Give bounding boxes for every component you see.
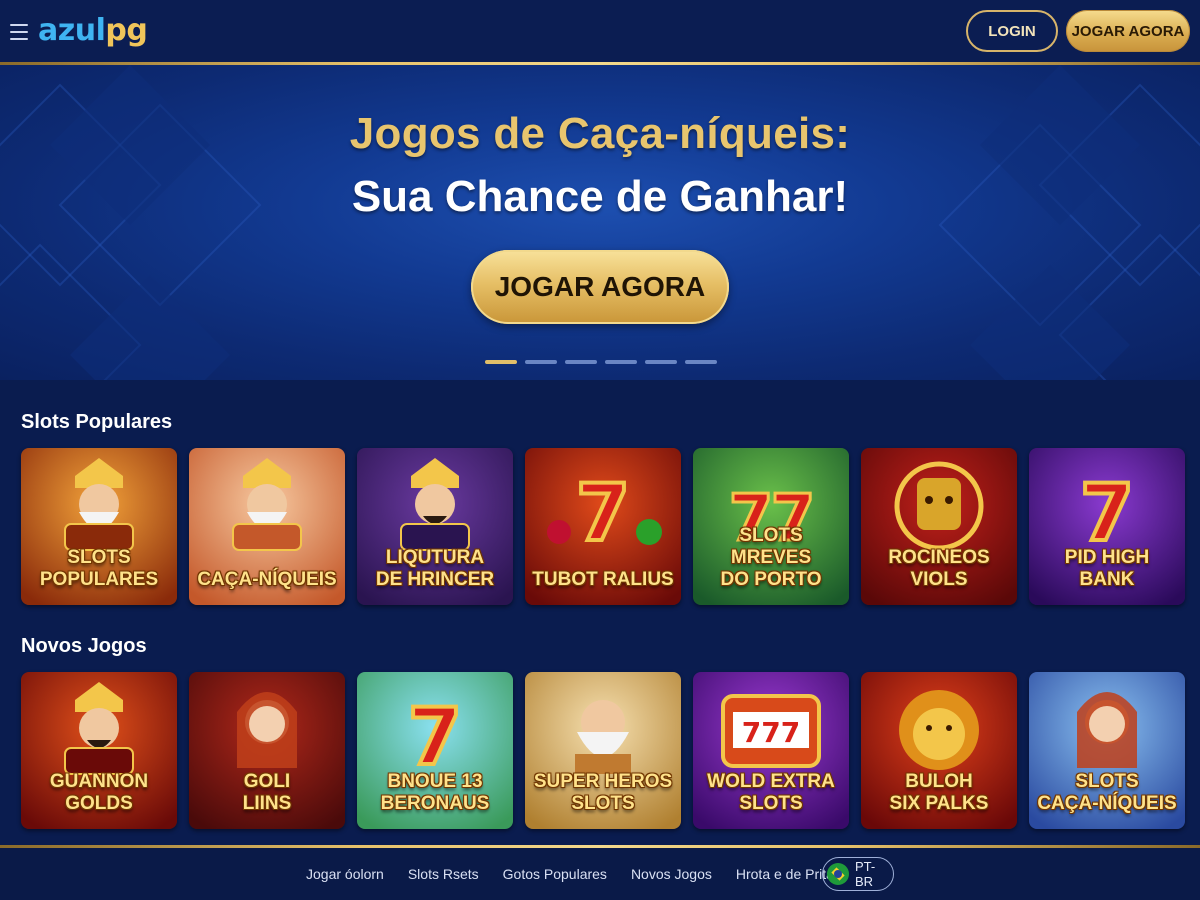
site-logo[interactable]: azulpg — [38, 14, 148, 48]
svg-text:777: 777 — [742, 716, 800, 749]
svg-text:7: 7 — [576, 469, 630, 559]
hero-title-line1: Jogos de Caça-níqueis: — [349, 109, 851, 158]
popular-game-card-6[interactable]: ROCINEOS VIOLS — [861, 448, 1017, 605]
new-game-card-1[interactable]: GUANNON GOLDS — [21, 672, 177, 829]
brazil-flag-icon — [827, 863, 849, 885]
play-now-header-button[interactable]: JOGAR AGORA — [1066, 10, 1190, 52]
popular-game-card-4[interactable]: 7 TUBOT RALIUS — [525, 448, 681, 605]
game-title: CAÇA-NÍQUEIS — [197, 569, 337, 590]
footer-link-3[interactable]: Gotos Populares — [503, 866, 607, 882]
new-game-card-6[interactable]: BULOH SIX PALKS — [861, 672, 1017, 829]
new-games-grid: GUANNON GOLDS GOLI LIINS 7 BNOUE 13 BERO… — [21, 672, 1185, 829]
svg-text:7: 7 — [408, 693, 462, 783]
hero-play-now-button[interactable]: JOGAR AGORA — [471, 250, 729, 324]
game-title: TUBOT RALIUS — [532, 569, 674, 590]
game-title: BNOUE 13 BERONAUS — [380, 771, 490, 814]
carousel-dot-2[interactable] — [525, 360, 557, 364]
new-game-card-7[interactable]: SLOTS CAÇA-NÍQUEIS — [1029, 672, 1185, 829]
new-game-card-5[interactable]: 777 WOLD EXTRA SLOTS — [693, 672, 849, 829]
carousel-dot-5[interactable] — [645, 360, 677, 364]
top-header: azulpg LOGIN JOGAR AGORA — [0, 0, 1200, 62]
game-title: SLOTS CAÇA-NÍQUEIS — [1037, 771, 1177, 814]
new-game-card-4[interactable]: SUPER HEROS SLOTS — [525, 672, 681, 829]
popular-games-grid: SLOTS POPULARES CAÇA-NÍQUEIS LIQUTURA DE… — [21, 448, 1185, 605]
carousel-dot-1[interactable] — [485, 360, 517, 364]
carousel-indicators — [485, 360, 717, 364]
footer-link-4[interactable]: Novos Jogos — [631, 866, 712, 882]
carousel-dot-3[interactable] — [565, 360, 597, 364]
login-button[interactable]: LOGIN — [966, 10, 1058, 52]
popular-game-card-2[interactable]: CAÇA-NÍQUEIS — [189, 448, 345, 605]
popular-game-card-3[interactable]: LIQUTURA DE HRINCER — [357, 448, 513, 605]
game-title: GUANNON GOLDS — [49, 771, 149, 814]
new-game-card-3[interactable]: 7 BNOUE 13 BERONAUS — [357, 672, 513, 829]
language-label: PT-BR — [855, 859, 876, 889]
popular-game-card-5[interactable]: 77 SLOTS MREVES DO PORTO — [693, 448, 849, 605]
game-title: WOLD EXTRA SLOTS — [707, 771, 835, 814]
game-title: SLOTS MREVES DO PORTO — [720, 525, 822, 590]
language-selector[interactable]: PT-BR — [822, 857, 894, 891]
game-title: LIQUTURA DE HRINCER — [375, 547, 495, 590]
section-title-popular: Slots Populares — [21, 411, 173, 433]
hamburger-menu-icon[interactable] — [10, 24, 28, 40]
section-title-new: Novos Jogos — [21, 635, 147, 657]
svg-text:7: 7 — [1080, 469, 1134, 559]
game-title: ROCINEOS VIOLS — [888, 547, 990, 590]
game-title: PID HIGH BANK — [1064, 547, 1150, 590]
popular-game-card-1[interactable]: SLOTS POPULARES — [21, 448, 177, 605]
hero-banner: Jogos de Caça-níqueis: Sua Chance de Gan… — [0, 65, 1200, 380]
footer-nav: Jogar óolorn Slots Rsets Gotos Populares No… — [306, 866, 863, 882]
game-title: SLOTS POPULARES — [39, 547, 159, 590]
carousel-dot-6[interactable] — [685, 360, 717, 364]
footer-link-1[interactable]: Jogar óolorn — [306, 866, 384, 882]
game-title: GOLI LIINS — [242, 771, 292, 814]
carousel-dot-4[interactable] — [605, 360, 637, 364]
footer-link-2[interactable]: Slots Rsets — [408, 866, 479, 882]
new-game-card-2[interactable]: GOLI LIINS — [189, 672, 345, 829]
game-title: SUPER HEROS SLOTS — [533, 771, 673, 814]
footer: Jogar óolorn Slots Rsets Gotos Populares No… — [0, 848, 1200, 900]
game-title: BULOH SIX PALKS — [889, 771, 989, 814]
hero-title-line2: Sua Chance de Ganhar! — [351, 172, 849, 221]
popular-game-card-7[interactable]: 7 PID HIGH BANK — [1029, 448, 1185, 605]
